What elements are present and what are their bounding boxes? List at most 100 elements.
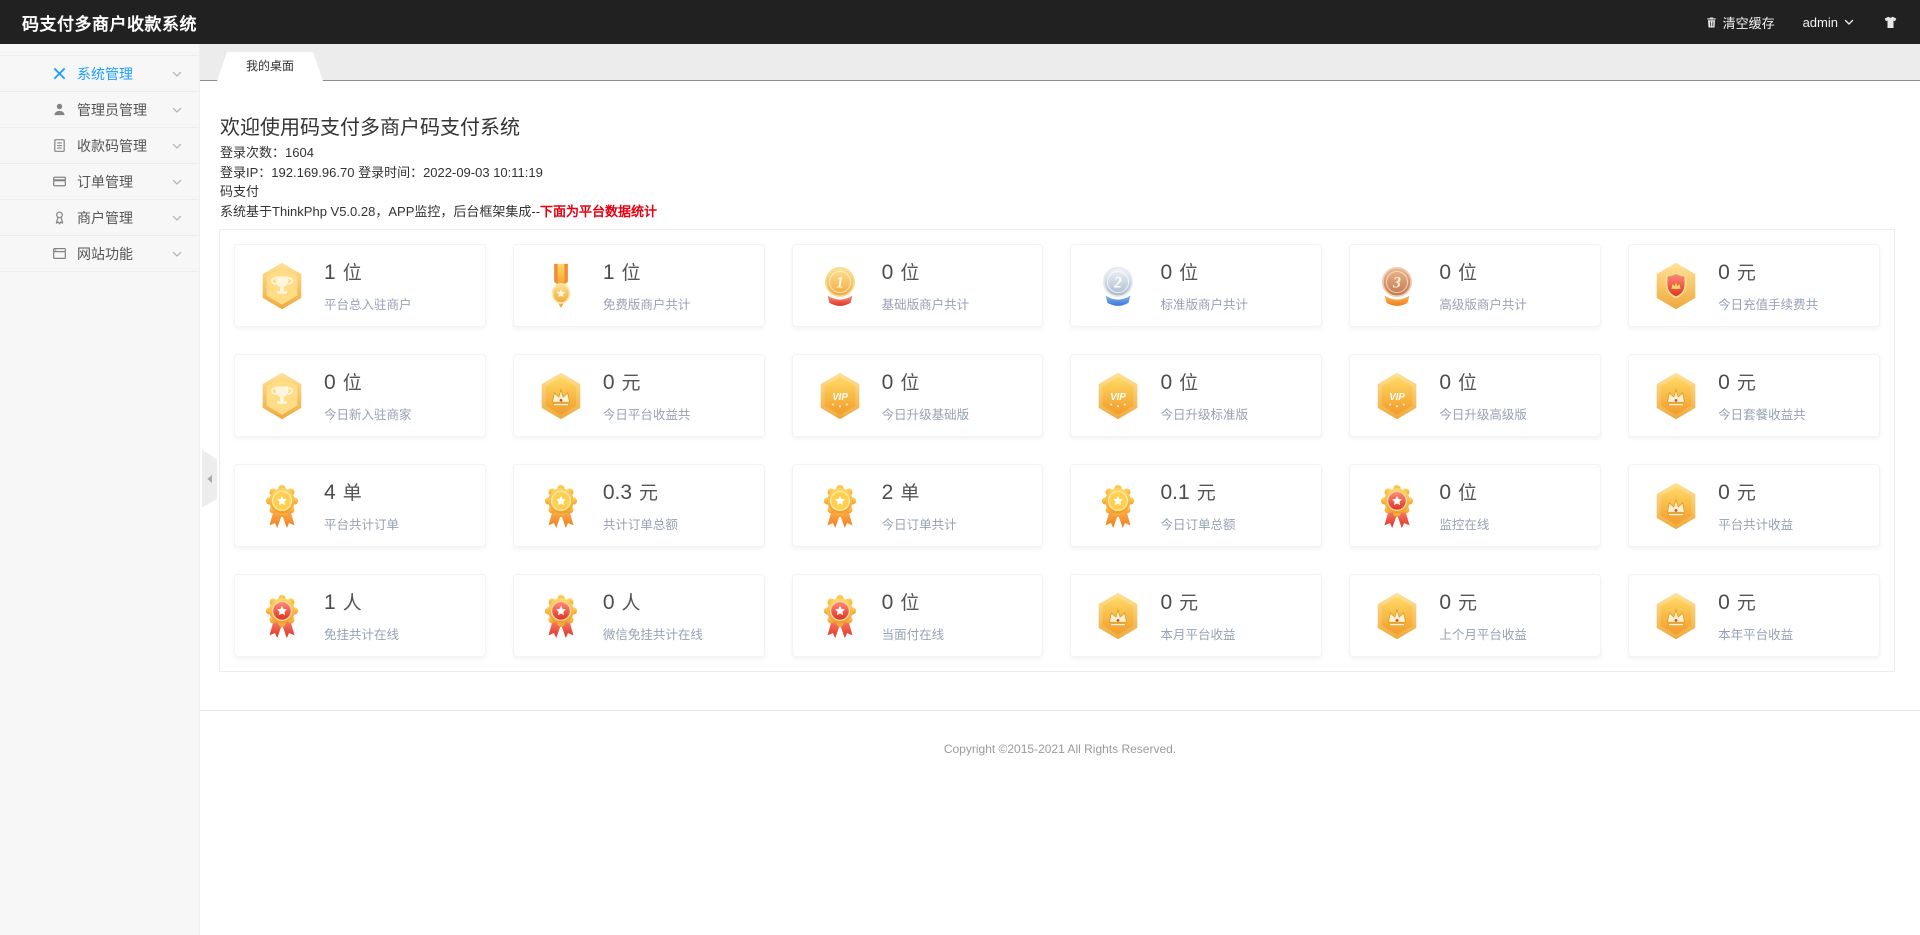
stat-unit: 元 <box>639 478 658 505</box>
sidebar-item-admin-management[interactable]: 管理员管理 <box>0 92 199 128</box>
stat-value: 0 <box>882 371 894 395</box>
stat-unit: 位 <box>900 588 919 615</box>
user-dropdown[interactable]: admin <box>1803 15 1855 30</box>
silver-number2-medal-icon: 2 <box>1095 261 1141 311</box>
stat-value: 1 <box>603 261 615 285</box>
stat-value: 0 <box>1718 481 1730 505</box>
chevron-down-icon <box>171 140 183 152</box>
stat-card-wechat-free-hang-online: 0人 微信免挂共计在线 <box>513 574 765 657</box>
triangle-left-icon <box>206 474 213 484</box>
stat-value: 0 <box>1718 261 1730 285</box>
svg-text:VIP: VIP <box>1390 391 1406 402</box>
browser-window-icon <box>52 246 67 261</box>
stat-label: 平台总入驻商户 <box>324 294 412 313</box>
stat-label: 本年平台收益 <box>1718 624 1793 643</box>
sidebar-item-label: 订单管理 <box>77 172 171 192</box>
stat-label: 标准版商户共计 <box>1160 294 1248 313</box>
login-ip-value: 192.169.96.70 <box>271 165 354 180</box>
stat-unit: 位 <box>1458 368 1477 395</box>
stat-card-today-platform-income: 0元 今日平台收益共 <box>513 354 765 437</box>
stat-card-platform-total-income: 0元 平台共计收益 <box>1628 464 1880 547</box>
stat-card-today-recharge-fee: 0元 今日充值手续费共 <box>1628 244 1880 327</box>
stat-value: 1 <box>324 261 336 285</box>
stat-label: 本月平台收益 <box>1160 624 1235 643</box>
welcome-section: 欢迎使用码支付多商户码支付系统 登录次数：1604 登录IP：192.169.9… <box>200 81 1920 221</box>
stat-unit: 元 <box>1197 478 1216 505</box>
login-count-line: 登录次数：1604 <box>220 143 1895 163</box>
stat-label: 今日升级高级版 <box>1439 404 1527 423</box>
stat-unit: 人 <box>343 588 362 615</box>
stat-label: 今日平台收益共 <box>603 404 691 423</box>
sidebar-item-website-functions[interactable]: 网站功能 <box>0 236 199 272</box>
stat-value: 0 <box>1439 481 1451 505</box>
trash-icon <box>1705 16 1718 29</box>
stat-label: 今日订单共计 <box>882 514 957 533</box>
crown-medal-icon <box>1374 591 1420 641</box>
stat-value: 0 <box>1439 371 1451 395</box>
sidebar-item-merchant-management[interactable]: 商户管理 <box>0 200 199 236</box>
stat-label: 当面付在线 <box>882 624 945 643</box>
user-icon <box>52 102 67 117</box>
stat-unit: 位 <box>622 258 641 285</box>
chevron-down-icon <box>171 68 183 80</box>
document-icon <box>52 138 67 153</box>
chevron-down-icon <box>171 212 183 224</box>
brand-line: 码支付 <box>220 182 1895 202</box>
gold-rosette-medal-icon <box>538 481 584 531</box>
tab-my-desktop[interactable]: 我的桌面 <box>217 52 323 81</box>
stat-label: 高级版商户共计 <box>1439 294 1527 313</box>
login-count-label: 登录次数： <box>220 145 285 160</box>
sidebar-collapse-handle[interactable] <box>202 450 217 508</box>
red-rosette-medal-icon <box>538 591 584 641</box>
login-time-label: 登录时间： <box>358 165 423 180</box>
stat-value: 0 <box>324 371 336 395</box>
stat-label: 今日新入驻商家 <box>324 404 412 423</box>
stat-label: 监控在线 <box>1439 514 1489 533</box>
gold-rosette-medal-icon <box>259 481 305 531</box>
gold-trophy-medal-icon <box>259 371 305 421</box>
stat-card-last-month-income: 0元 上个月平台收益 <box>1349 574 1601 657</box>
sidebar-item-system-management[interactable]: 系统管理 <box>0 56 199 92</box>
stat-label: 免费版商户共计 <box>603 294 691 313</box>
tools-icon <box>52 66 67 81</box>
sidebar-item-payment-code-management[interactable]: 收款码管理 <box>0 128 199 164</box>
chevron-down-icon <box>1843 16 1855 28</box>
stat-value: 0 <box>603 371 615 395</box>
stat-card-total-orders: 4单 平台共计订单 <box>234 464 486 547</box>
svg-text:VIP: VIP <box>1111 391 1127 402</box>
crown-medal-icon <box>1653 591 1699 641</box>
system-note: 系统基于ThinkPhp V5.0.28，APP监控，后台框架集成-- <box>220 204 540 219</box>
stat-card-today-orders: 2单 今日订单共计 <box>792 464 1044 547</box>
stat-value: 0 <box>603 591 615 615</box>
stat-value: 0 <box>1718 371 1730 395</box>
stat-card-today-new-merchants: 0位 今日新入驻商家 <box>234 354 486 437</box>
stat-value: 4 <box>324 481 336 505</box>
stat-unit: 单 <box>343 478 362 505</box>
stat-unit: 位 <box>900 258 919 285</box>
stat-value: 0.3 <box>603 481 632 505</box>
login-ip-line: 登录IP：192.169.96.70 登录时间：2022-09-03 10:11… <box>220 163 1895 183</box>
username: admin <box>1803 15 1838 30</box>
sidebar-item-label: 商户管理 <box>77 208 171 228</box>
red-rosette-medal-icon <box>817 591 863 641</box>
stat-unit: 元 <box>1737 478 1756 505</box>
stat-card-basic-merchants: 1 0位 基础版商户共计 <box>792 244 1044 327</box>
crown-medal-icon <box>1653 481 1699 531</box>
red-rosette-medal-icon <box>259 591 305 641</box>
stat-unit: 位 <box>900 368 919 395</box>
stat-unit: 位 <box>1458 478 1477 505</box>
stats-grid: 1位 平台总入驻商户 1位 免费版商户共计 1 0位 基础版商户共计 2 0位 … <box>219 229 1895 672</box>
stat-unit: 人 <box>622 588 641 615</box>
clear-cache-button[interactable]: 清空缓存 <box>1705 13 1775 32</box>
stat-card-month-income: 0元 本月平台收益 <box>1070 574 1322 657</box>
sidebar-menu: 系统管理 管理员管理 收款码管理 订单管理 商户管理 网站功能 <box>0 55 199 272</box>
stat-card-free-hang-online: 1人 免挂共计在线 <box>234 574 486 657</box>
sidebar-item-order-management[interactable]: 订单管理 <box>0 164 199 200</box>
theme-skin-button[interactable] <box>1883 15 1898 30</box>
stat-label: 今日升级标准版 <box>1160 404 1248 423</box>
stat-card-year-income: 0元 本年平台收益 <box>1628 574 1880 657</box>
stat-card-today-upgrade-premium: VIP 0位 今日升级高级版 <box>1349 354 1601 437</box>
login-count-value: 1604 <box>285 145 314 160</box>
svg-text:1: 1 <box>836 274 844 291</box>
stat-card-today-upgrade-standard: VIP 0位 今日升级标准版 <box>1070 354 1322 437</box>
